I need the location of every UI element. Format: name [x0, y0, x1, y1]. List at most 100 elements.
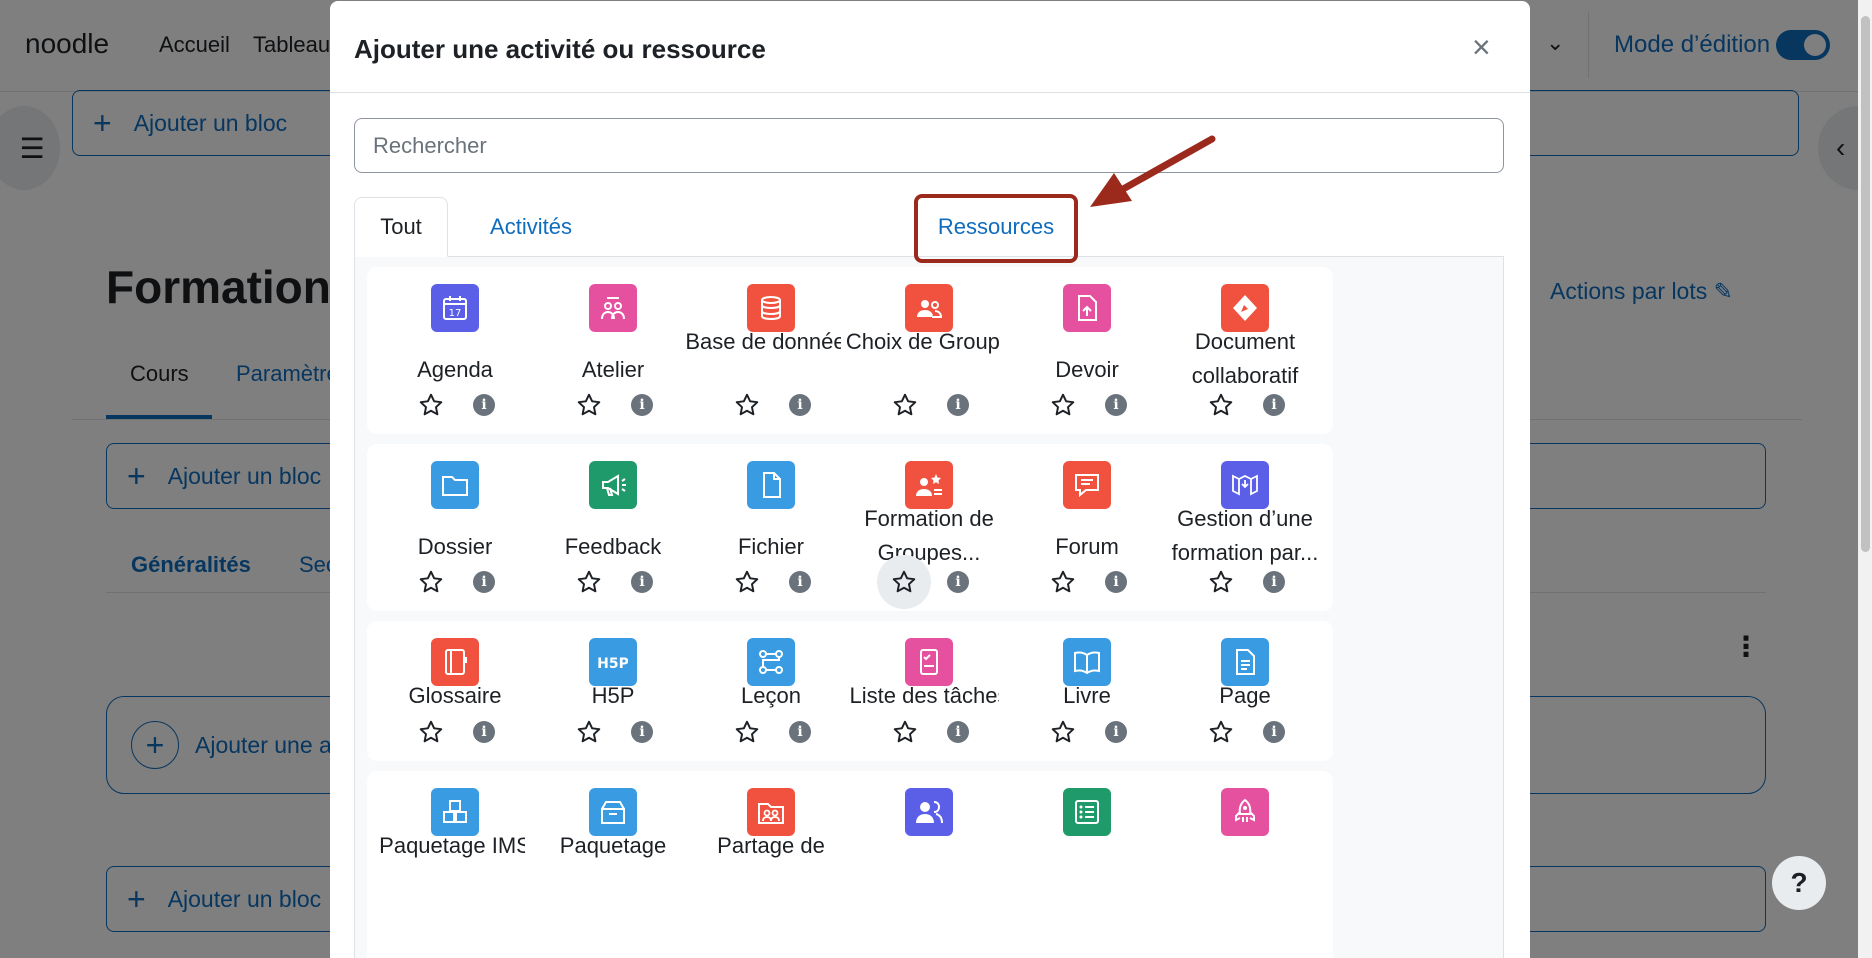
activity-card[interactable]: Liste des tâches i: [841, 621, 1017, 761]
star-icon: [893, 720, 917, 743]
help-button[interactable]: ?: [1772, 856, 1826, 910]
star-icon: [577, 570, 601, 593]
modal-header: Ajouter une activité ou ressource ×: [330, 1, 1530, 93]
info-icon[interactable]: i: [473, 394, 495, 416]
rocket-icon: [1221, 788, 1269, 836]
info-icon[interactable]: i: [1263, 394, 1285, 416]
activity-grid: 17 Agenda i Atelier i Base de données i Choix d…: [354, 257, 1504, 958]
activity-label: H5P: [591, 683, 635, 708]
close-icon[interactable]: ×: [1472, 31, 1491, 63]
info-icon[interactable]: i: [789, 721, 811, 743]
tab-all[interactable]: Tout: [354, 197, 448, 257]
star-icon: [735, 570, 759, 593]
activity-card[interactable]: Devoir i: [999, 267, 1175, 434]
activity-card[interactable]: Livre i: [999, 621, 1175, 761]
info-icon[interactable]: i: [947, 394, 969, 416]
list-icon: [1063, 788, 1111, 836]
star-button[interactable]: [733, 718, 761, 746]
info-icon[interactable]: i: [631, 721, 653, 743]
help-label: ?: [1790, 867, 1808, 898]
activity-label: Atelier: [581, 357, 645, 382]
activity-chooser-modal: Ajouter une activité ou ressource × Tout…: [330, 1, 1530, 958]
activity-label: Agenda: [417, 357, 493, 382]
activity-label: Partage de: [717, 833, 825, 858]
activity-label: Glossaire: [408, 683, 502, 708]
search-input[interactable]: [354, 118, 1504, 173]
star-button[interactable]: [733, 568, 761, 596]
info-icon[interactable]: i: [1263, 721, 1285, 743]
activity-label: Page: [1219, 683, 1271, 708]
star-button[interactable]: [1207, 568, 1235, 596]
activity-card[interactable]: [841, 771, 1017, 958]
star-button[interactable]: [1207, 391, 1235, 419]
activity-label: Gestion d’une formation par...: [1171, 506, 1319, 565]
activity-card[interactable]: Paquetage IMS: [367, 771, 543, 958]
activity-card[interactable]: H5P H5P i: [525, 621, 701, 761]
info-icon[interactable]: i: [1263, 571, 1285, 593]
activity-card[interactable]: 17 Agenda i: [367, 267, 543, 434]
star-icon: [577, 720, 601, 743]
info-icon[interactable]: i: [631, 571, 653, 593]
star-button[interactable]: [733, 391, 761, 419]
star-button[interactable]: [891, 718, 919, 746]
info-icon[interactable]: i: [947, 721, 969, 743]
star-button[interactable]: [417, 568, 445, 596]
activity-card[interactable]: Forum i: [999, 444, 1175, 611]
info-icon[interactable]: i: [1105, 721, 1127, 743]
star-icon: [893, 393, 917, 416]
activity-card[interactable]: Document collaboratif i: [1157, 267, 1333, 434]
star-button[interactable]: [1049, 718, 1077, 746]
star-icon: [419, 393, 443, 416]
activity-card[interactable]: Base de données i: [683, 267, 859, 434]
star-button[interactable]: [417, 391, 445, 419]
activity-card[interactable]: [1157, 771, 1333, 958]
activity-card[interactable]: Page i: [1157, 621, 1333, 761]
star-button[interactable]: [1207, 718, 1235, 746]
info-icon[interactable]: i: [473, 721, 495, 743]
info-icon[interactable]: i: [631, 394, 653, 416]
svg-text:17: 17: [449, 308, 462, 319]
activity-label: Choix de Groupe: [845, 329, 1013, 354]
star-button[interactable]: [1049, 568, 1077, 596]
activity-card[interactable]: Choix de Groupe i: [841, 267, 1017, 434]
tab-activities[interactable]: Activités: [464, 197, 598, 257]
activity-card[interactable]: Partage de: [683, 771, 859, 958]
star-icon: [1051, 393, 1075, 416]
activity-card[interactable]: Leçon i: [683, 621, 859, 761]
star-button[interactable]: [877, 555, 931, 609]
page-scrollbar-thumb[interactable]: [1861, 16, 1870, 552]
info-icon[interactable]: i: [947, 571, 969, 593]
activity-card[interactable]: Dossier i: [367, 444, 543, 611]
activity-card[interactable]: [999, 771, 1175, 958]
star-icon: [892, 570, 916, 593]
info-icon[interactable]: i: [1105, 394, 1127, 416]
info-icon[interactable]: i: [789, 394, 811, 416]
forum-icon: [1063, 461, 1111, 509]
star-icon: [1051, 570, 1075, 593]
activity-label: Feedback: [564, 534, 662, 559]
activity-card[interactable]: Formation de Groupes... i: [841, 444, 1017, 611]
star-button[interactable]: [575, 718, 603, 746]
activity-card[interactable]: Glossaire i: [367, 621, 543, 761]
megaphone-icon: [589, 461, 637, 509]
star-button[interactable]: [1049, 391, 1077, 419]
info-icon[interactable]: i: [789, 571, 811, 593]
star-button[interactable]: [891, 391, 919, 419]
star-button[interactable]: [417, 718, 445, 746]
file-icon: [747, 461, 795, 509]
star-icon: [1209, 720, 1233, 743]
star-button[interactable]: [575, 391, 603, 419]
star-button[interactable]: [575, 568, 603, 596]
activity-card[interactable]: Gestion d’une formation par... i: [1157, 444, 1333, 611]
activity-card[interactable]: Paquetage: [525, 771, 701, 958]
activity-label: Fichier: [737, 534, 804, 559]
activity-card[interactable]: Fichier i: [683, 444, 859, 611]
star-icon: [1209, 570, 1233, 593]
activity-label: Base de données: [685, 329, 857, 354]
star-icon: [577, 393, 601, 416]
info-icon[interactable]: i: [1105, 571, 1127, 593]
activity-label: Document collaboratif: [1191, 329, 1299, 388]
activity-card[interactable]: Atelier i: [525, 267, 701, 434]
activity-card[interactable]: Feedback i: [525, 444, 701, 611]
info-icon[interactable]: i: [473, 571, 495, 593]
